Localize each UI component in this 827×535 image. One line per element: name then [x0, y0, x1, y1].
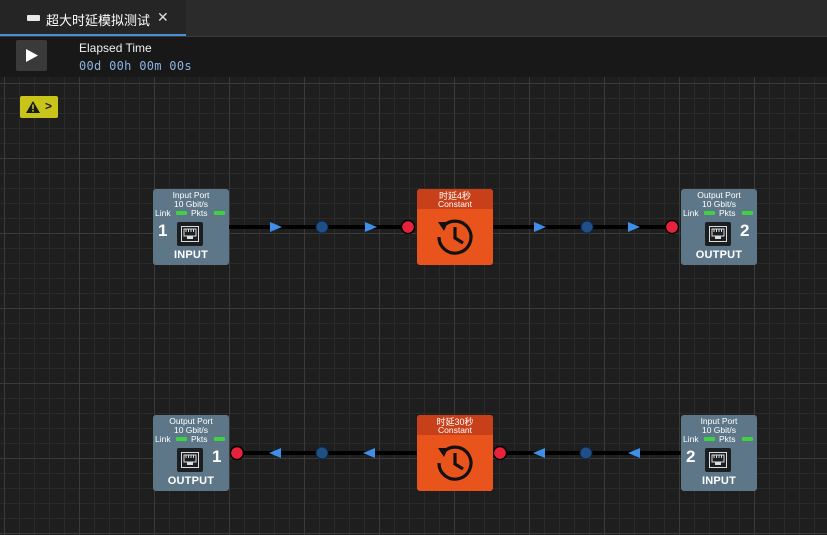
pkts-led [214, 211, 225, 215]
link-endpoint [229, 445, 245, 461]
ethernet-port-icon [705, 222, 731, 246]
pkts-led [742, 437, 753, 441]
link-indicator-label: Link [155, 208, 171, 218]
port-number: 1 [158, 221, 168, 240]
flow-arrow-icon [533, 448, 545, 458]
flow-arrow-icon [270, 222, 282, 232]
delay-node-4s[interactable]: 时延4秒 Constant [417, 189, 493, 265]
pkts-indicator-label: Pkts [719, 434, 736, 444]
link-indicator-label: Link [683, 434, 699, 444]
port-role: OUTPUT [695, 249, 743, 261]
pkts-indicator-label: Pkts [191, 434, 208, 444]
link-endpoint [492, 445, 508, 461]
pkts-indicator-label: Pkts [719, 208, 736, 218]
flow-arrow-icon [363, 448, 375, 458]
port-input-2[interactable]: Input Port 10 Gbit/s Link Pkts 2 INPUT [681, 415, 757, 491]
ethernet-port-icon [705, 448, 731, 472]
link-indicator-label: Link [155, 434, 171, 444]
delay-node-30s[interactable]: 时延30秒 Constant [417, 415, 493, 491]
port-output-1[interactable]: Output Port 10 Gbit/s Link Pkts 1 OUTPUT [153, 415, 229, 491]
delay-mode: Constant [437, 425, 473, 435]
link-endpoint [400, 219, 416, 235]
port-number: 1 [212, 447, 222, 466]
history-clock-icon [437, 219, 473, 255]
ethernet-port-icon [177, 448, 203, 472]
port-output-2[interactable]: Output Port 10 Gbit/s Link Pkts 2 OUTPUT [681, 189, 757, 265]
link-led [704, 211, 715, 215]
port-role: OUTPUT [167, 475, 215, 487]
link-delay30-to-output1[interactable] [229, 445, 418, 461]
link-input1-to-delay4[interactable] [229, 219, 416, 235]
pkts-led [214, 437, 225, 441]
link-midpoint [315, 220, 329, 234]
port-input-1[interactable]: Input Port 10 Gbit/s Link Pkts 1 INPUT [153, 189, 229, 265]
ethernet-port-icon [177, 222, 203, 246]
flow-arrow-icon [269, 448, 281, 458]
link-midpoint [579, 446, 593, 460]
port-role: INPUT [174, 249, 208, 261]
link-input2-to-delay30[interactable] [492, 445, 682, 461]
flow-arrow-icon [628, 448, 640, 458]
history-clock-icon [437, 445, 473, 481]
link-midpoint [580, 220, 594, 234]
link-indicator-label: Link [683, 208, 699, 218]
port-number: 2 [686, 447, 696, 466]
flow-arrow-icon [628, 222, 640, 232]
pkts-indicator-label: Pkts [191, 208, 208, 218]
link-led [176, 437, 187, 441]
link-led [704, 437, 715, 441]
port-number: 2 [740, 221, 750, 240]
flow-arrow-icon [365, 222, 377, 232]
link-endpoint [664, 219, 680, 235]
link-led [176, 211, 187, 215]
flow-arrow-icon [534, 222, 546, 232]
link-midpoint [315, 446, 329, 460]
pkts-led [742, 211, 753, 215]
link-delay4-to-output2[interactable] [492, 219, 680, 235]
delay-mode: Constant [437, 199, 473, 209]
port-role: INPUT [702, 475, 736, 487]
